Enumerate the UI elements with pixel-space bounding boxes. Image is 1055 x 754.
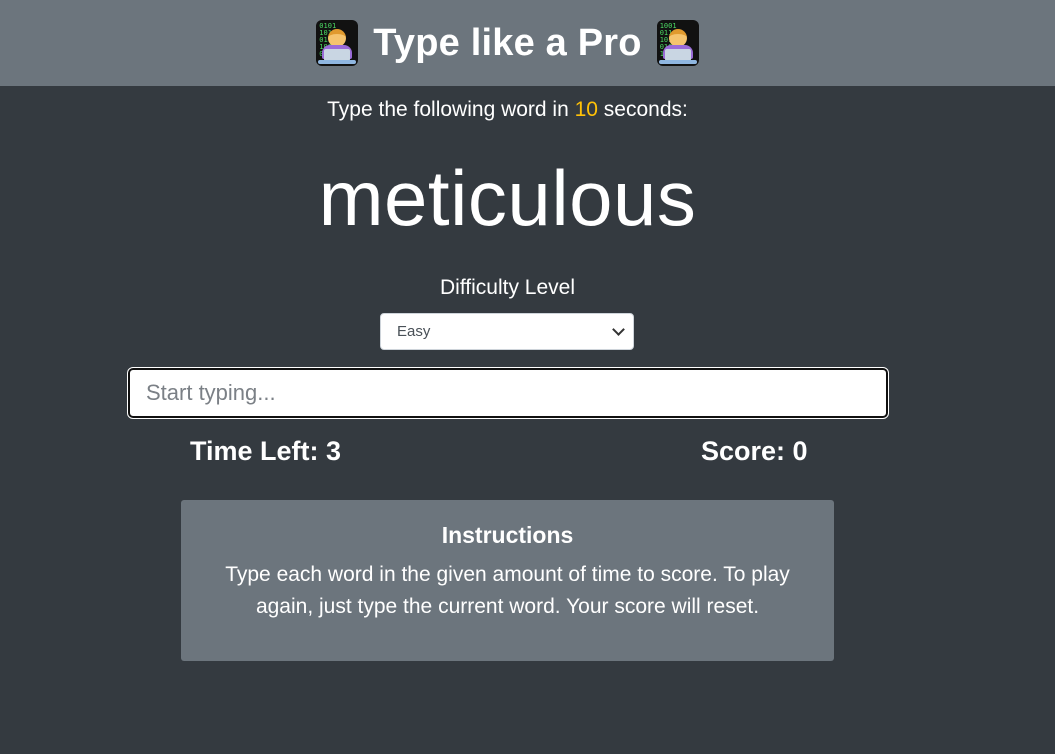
- instructions-text: Type each word in the given amount of ti…: [225, 563, 790, 618]
- score-value: 0: [792, 436, 808, 466]
- time-left-value: 3: [326, 436, 342, 466]
- word-prompt: Type the following word in 10 seconds:: [0, 98, 1015, 122]
- score-label: Score:: [701, 436, 793, 466]
- time-left-label: Time Left:: [190, 436, 327, 466]
- instructions-panel: Instructions Type each word in the given…: [181, 500, 834, 661]
- prompt-after: seconds:: [597, 98, 688, 121]
- current-word: meticulous: [318, 154, 697, 242]
- app-header: 0101 1010 0110 1001 0101 Type like a Pro…: [0, 0, 1055, 86]
- time-left: Time Left: 3: [190, 436, 341, 467]
- seconds-value: 10: [574, 98, 598, 121]
- difficulty-selected-value: Easy: [397, 323, 431, 340]
- chevron-down-icon: [612, 323, 625, 336]
- difficulty-select[interactable]: Easy: [380, 313, 634, 350]
- difficulty-label: Difficulty Level: [439, 276, 575, 299]
- technologist-left-icon: 0101 1010 0110 1001 0101: [315, 20, 359, 66]
- score: Score: 0: [701, 436, 808, 467]
- prompt-before: Type the following word in: [327, 98, 575, 121]
- typing-input[interactable]: [127, 367, 889, 419]
- title-wrap: 0101 1010 0110 1001 0101 Type like a Pro…: [315, 20, 699, 66]
- technologist-right-icon: 1001 0110 1010 0101 1001: [656, 20, 700, 66]
- app-title: Type like a Pro: [373, 21, 642, 64]
- instructions-title: Instructions: [441, 522, 574, 548]
